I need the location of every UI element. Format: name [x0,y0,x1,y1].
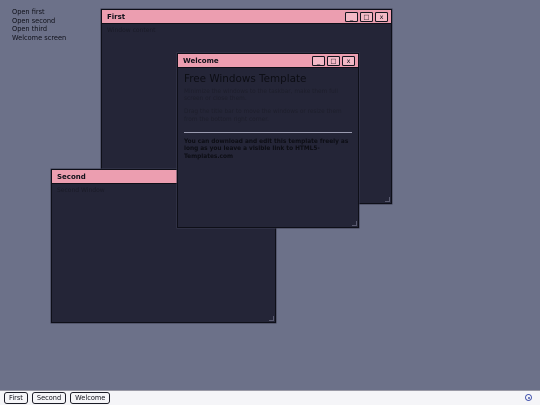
window-welcome-content: Free Windows Template Minimize the windo… [178,68,358,167]
welcome-paragraph-3: You can download and edit this template … [184,138,349,160]
open-second-link[interactable]: Open second [12,17,66,26]
taskbar: First Second Welcome [0,390,540,405]
maximize-button[interactable]: □ [360,11,373,22]
window-second-title: Second [57,172,86,181]
close-button[interactable]: x [342,55,355,66]
resize-grip-icon[interactable] [269,316,274,321]
taskbar-item-first[interactable]: First [4,392,28,404]
taskbar-item-second[interactable]: Second [31,392,67,404]
info-icon[interactable] [525,394,532,401]
open-third-link[interactable]: Open third [12,25,66,34]
desktop-links: Open first Open second Open third Welcom… [12,8,66,42]
window-welcome-title: Welcome [183,56,219,65]
minimize-button[interactable]: _ [345,11,358,22]
welcome-paragraph-2: Drag the title bar to move the windows o… [184,109,342,123]
window-welcome[interactable]: Welcome _ □ x Free Windows Template Mini… [177,53,359,228]
window-first-title: First [107,12,126,21]
window-first-content: Window content [107,27,156,34]
minimize-button[interactable]: _ [312,55,325,66]
taskbar-item-welcome[interactable]: Welcome [70,392,111,404]
window-first-controls: _ □ x [345,11,388,22]
divider [184,131,352,133]
open-first-link[interactable]: Open first [12,8,66,17]
resize-grip-icon[interactable] [352,221,357,226]
window-first-titlebar[interactable]: First _ □ x [102,10,391,24]
welcome-screen-link[interactable]: Welcome screen [12,34,66,43]
maximize-button[interactable]: □ [327,55,340,66]
window-welcome-controls: _ □ x [312,55,355,66]
window-welcome-titlebar[interactable]: Welcome _ □ x [178,54,358,68]
welcome-paragraph-1: Minimize the windows to the taskbar, mak… [184,89,339,103]
welcome-heading: Free Windows Template [184,73,307,85]
close-button[interactable]: x [375,11,388,22]
resize-grip-icon[interactable] [385,197,390,202]
